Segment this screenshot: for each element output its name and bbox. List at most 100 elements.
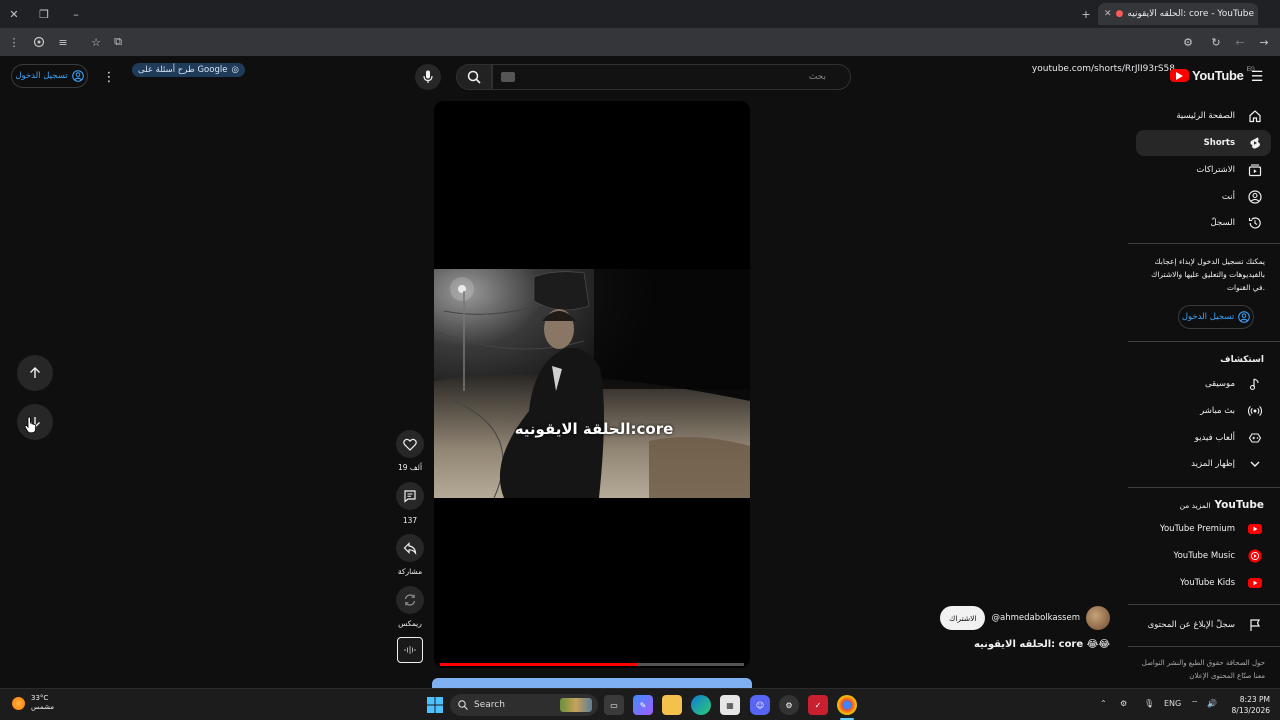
like-button[interactable] (396, 430, 424, 458)
sidebar-item-report[interactable]: سجلّ الإبلاغ عن المحتوى (1136, 612, 1271, 638)
reading-list-icon[interactable]: ≡ (53, 32, 73, 52)
header-sign-in-button[interactable]: تسجيل الدخول (11, 64, 88, 88)
restore-window-icon[interactable]: ❐ (34, 4, 54, 24)
close-tab-icon[interactable]: ✕ (1104, 9, 1112, 19)
sidebar-item-label: YouTube Music (1173, 551, 1235, 561)
remix-button[interactable] (396, 586, 424, 614)
taskbar-search[interactable]: Search (450, 694, 598, 716)
search-input[interactable]: بحث (492, 64, 851, 90)
sidebar-item-shorts[interactable]: Shorts (1136, 130, 1271, 156)
sidebar-item-label: الصفحة الرئيسية (1176, 111, 1235, 121)
short-title[interactable]: الحلقه الايقونيه: core 😂😂 (960, 639, 1110, 650)
windows-start-icon[interactable] (425, 695, 445, 715)
language-indicator[interactable]: ENG (1164, 699, 1181, 708)
site-settings-icon[interactable]: ⚙ (1178, 32, 1198, 52)
wifi-icon[interactable]: ⌔ (1191, 699, 1199, 709)
microphone-icon (423, 70, 433, 83)
sidebar-divider (1128, 243, 1280, 244)
sidebar-divider (1128, 604, 1280, 605)
address-bar[interactable]: youtube.com/shorts/RrJlI93rS58 (1000, 64, 1175, 74)
forward-icon[interactable]: ← (1230, 32, 1250, 52)
sidebar-item-music[interactable]: موسيقى (1136, 371, 1271, 397)
reload-icon[interactable]: ↻ (1206, 32, 1226, 52)
keyboard-icon[interactable] (501, 72, 515, 82)
sidebar-item-you[interactable]: أنت (1136, 184, 1271, 210)
more-heading-prefix: المزيد من (1179, 501, 1211, 510)
sidebar-item-live[interactable]: بث مباشر (1136, 398, 1271, 424)
sidebar-item-youtube-premium[interactable]: YouTube Premium (1136, 516, 1271, 542)
subscribe-button[interactable]: الاشتراك (940, 606, 986, 630)
arrow-up-icon (30, 367, 40, 378)
channel-handle[interactable]: @ahmedabolkassem (991, 613, 1080, 623)
widgets-app-icon[interactable]: ✎ (633, 695, 653, 715)
windows-taskbar: 33°C مشمس Search ▭ ✎ ▦ ☺ ⚙ ✓ ⌃ ⚙ 🎙 ENG ⌔… (0, 688, 1280, 720)
sidebar-item-youtube-kids[interactable]: YouTube Kids (1136, 570, 1271, 596)
task-view-icon[interactable]: ▭ (604, 695, 624, 715)
taskbar-clock[interactable]: 8:23 PM 8/13/2026 (1222, 694, 1270, 716)
store-icon[interactable]: ▦ (720, 695, 740, 715)
speaker-icon[interactable]: 🔊 (1207, 699, 1217, 708)
more-from-youtube-heading: المزيد من YouTube (1180, 499, 1264, 511)
ask-google-label: طرح أسئلة على Google (138, 65, 228, 75)
sidebar-item-subscriptions[interactable]: الاشتراكات (1136, 157, 1271, 183)
youtube-music-icon (1247, 548, 1263, 564)
minimize-window-icon[interactable]: – (66, 4, 86, 24)
gaming-icon (1247, 430, 1263, 446)
voice-search-button[interactable] (415, 64, 441, 90)
close-window-icon[interactable]: ✕ (4, 4, 24, 24)
comment-count: 137 (402, 516, 418, 525)
sidebar-sign-in-note: يمكنك تسجيل الدخول لإبداء إعجابك بالفيدي… (1151, 257, 1265, 292)
file-explorer-icon[interactable] (662, 695, 682, 715)
search-placeholder: بحث (808, 72, 826, 82)
comment-icon (404, 490, 416, 503)
discord-icon[interactable]: ☺ (750, 695, 770, 715)
ask-google-chip[interactable]: طرح أسئلة على Google ◎ (132, 63, 245, 77)
browser-tab-strip: ✕ ❐ – + ✕ ● الحلقه الايقونيه: core - You… (0, 0, 1280, 28)
video-caption-overlay: الحلقة الايقونيه:core (514, 420, 674, 438)
channel-avatar[interactable] (1086, 606, 1110, 630)
open-in-app-icon[interactable]: ⧉ (108, 32, 128, 52)
sidebar-item-history[interactable]: السجلّ (1136, 210, 1271, 236)
weather-widget[interactable]: 33°C مشمس (12, 694, 54, 712)
weather-desc: مشمس (31, 703, 54, 711)
tray-mic-icon[interactable]: 🎙 (1144, 699, 1154, 708)
sound-button[interactable] (397, 637, 423, 663)
lens-icon: ◎ (231, 65, 239, 75)
you-icon (1247, 189, 1263, 205)
chrome-icon[interactable] (837, 695, 857, 715)
comments-button[interactable] (396, 482, 424, 510)
sidebar-item-youtube-music[interactable]: YouTube Music (1136, 543, 1271, 569)
sidebar-divider (1128, 646, 1280, 647)
back-icon[interactable]: → (1254, 32, 1274, 52)
settings-gear-icon[interactable]: ⚙ (779, 695, 799, 715)
mouse-cursor-icon (24, 416, 38, 434)
sidebar-item-gaming[interactable]: ألعاب فيديو (1136, 425, 1271, 451)
sign-in-label: تسجيل الدخول (15, 71, 68, 81)
sidebar-item-home[interactable]: الصفحة الرئيسية (1136, 103, 1271, 129)
settings-dots-icon[interactable]: ⋮ (102, 68, 116, 86)
subscriptions-icon (1247, 162, 1263, 178)
sidebar-sign-in-button[interactable]: تسجيل الدخول (1178, 305, 1254, 329)
tray-app-icon[interactable]: ⚙ (1120, 699, 1127, 708)
youtube-kids-icon (1247, 575, 1263, 591)
share-button[interactable] (396, 534, 424, 562)
extensions-icon[interactable] (29, 32, 49, 52)
new-tab-icon[interactable]: + (1076, 4, 1096, 24)
remix-label: ريمكس (398, 619, 422, 628)
bookmark-star-icon[interactable]: ☆ (86, 32, 106, 52)
youtube-logo[interactable]: YouTube EG (1170, 67, 1255, 83)
sidebar-footer-links[interactable]: حول الصحافة حقوق الطبع والنشر التواصل مع… (1130, 657, 1265, 683)
previous-short-button[interactable] (17, 355, 53, 391)
sidebar-show-more[interactable]: إظهار المزيد (1136, 451, 1271, 477)
remix-icon (404, 594, 416, 606)
taskbar-search-label: Search (474, 700, 505, 710)
short-video-player[interactable] (434, 101, 750, 668)
sidebar-item-label: سجلّ الإبلاغ عن المحتوى (1147, 620, 1235, 630)
sidebar-item-label: أنت (1221, 192, 1235, 202)
edge-browser-icon[interactable] (691, 695, 711, 715)
tray-overflow-icon[interactable]: ⌃ (1100, 699, 1107, 708)
vivaldi-icon[interactable]: ✓ (808, 695, 828, 715)
menu-dots-icon[interactable]: ⋮ (4, 32, 24, 52)
browser-tab-youtube[interactable]: ✕ ● الحلقه الايقونيه: core - YouTube (1098, 3, 1258, 25)
search-button[interactable] (456, 64, 492, 90)
